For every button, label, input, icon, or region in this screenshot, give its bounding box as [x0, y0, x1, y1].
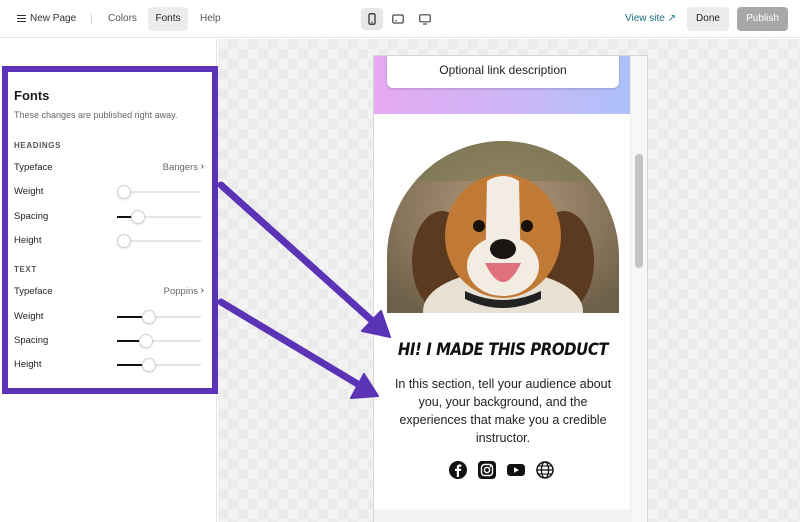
- headings-spacing-slider[interactable]: [117, 210, 201, 224]
- panel-subtitle: These changes are published right away.: [14, 110, 178, 120]
- text-typeface-label: Typeface: [14, 286, 53, 297]
- tab-fonts[interactable]: Fonts: [148, 7, 188, 31]
- desktop-view-button[interactable]: [414, 8, 436, 30]
- left-sidebar: Fonts These changes are published right …: [0, 39, 218, 522]
- slider-thumb[interactable]: [117, 185, 131, 199]
- text-spacing-label: Spacing: [14, 335, 49, 346]
- instagram-icon[interactable]: [477, 460, 497, 480]
- facebook-icon[interactable]: [448, 460, 468, 480]
- headline: HI! I MADE THIS PRODUCT: [397, 340, 609, 360]
- headings-weight-label: Weight: [14, 186, 44, 197]
- preview-scrollbar[interactable]: [630, 56, 647, 522]
- chevron-right-icon[interactable]: ›: [201, 285, 204, 296]
- scrollbar-thumb[interactable]: [635, 154, 643, 268]
- hamburger-icon: [17, 15, 26, 22]
- publish-button[interactable]: Publish: [737, 7, 788, 31]
- panel-title: Fonts: [14, 88, 50, 103]
- slider-thumb[interactable]: [131, 210, 145, 224]
- headings-typeface-select[interactable]: Bangers: [163, 162, 198, 173]
- mobile-preview: Optional link description HI! I MADE THI…: [373, 55, 648, 522]
- next-section-edge: [374, 509, 632, 522]
- headings-height-label: Height: [14, 235, 42, 246]
- link-card[interactable]: Optional link description: [387, 56, 619, 88]
- desktop-icon: [419, 13, 431, 25]
- headings-section-label: HEADINGS: [14, 141, 62, 150]
- youtube-icon[interactable]: [506, 460, 526, 480]
- social-links: [448, 460, 560, 480]
- slider-thumb[interactable]: [142, 358, 157, 372]
- tablet-view-button[interactable]: [387, 8, 409, 30]
- tab-colors[interactable]: Colors: [108, 7, 137, 31]
- fonts-panel: Fonts These changes are published right …: [2, 66, 218, 394]
- toolbar-divider: [91, 13, 92, 25]
- mobile-icon: [368, 13, 376, 25]
- new-page-label: New Page: [30, 13, 77, 24]
- headings-spacing-label: Spacing: [14, 211, 49, 222]
- mobile-view-button[interactable]: [361, 8, 383, 30]
- headings-height-slider[interactable]: [117, 234, 201, 248]
- slider-thumb[interactable]: [117, 234, 131, 248]
- tablet-icon: [392, 14, 404, 24]
- slider-thumb[interactable]: [141, 310, 156, 324]
- gradient-header: Optional link description: [374, 56, 647, 114]
- text-height-label: Height: [14, 359, 42, 370]
- headings-weight-slider[interactable]: [117, 185, 201, 199]
- top-toolbar: New Page Colors Fonts Help View site ↗ D…: [0, 0, 800, 38]
- text-typeface-select[interactable]: Poppins: [164, 286, 198, 297]
- slider-thumb[interactable]: [139, 334, 154, 348]
- tab-help[interactable]: Help: [200, 7, 221, 31]
- dog-photo: [387, 141, 619, 313]
- bio-text: In this section, tell your audience abou…: [394, 377, 612, 445]
- text-section-label: TEXT: [14, 265, 37, 274]
- new-page-menu-button[interactable]: New Page: [17, 7, 76, 31]
- globe-icon[interactable]: [535, 460, 555, 480]
- text-weight-label: Weight: [14, 311, 44, 322]
- text-weight-slider[interactable]: [117, 310, 201, 324]
- headings-typeface-label: Typeface: [14, 162, 53, 173]
- chevron-right-icon[interactable]: ›: [201, 161, 204, 172]
- text-spacing-slider[interactable]: [117, 334, 201, 348]
- about-section: HI! I MADE THIS PRODUCT In this section,…: [374, 114, 632, 522]
- text-height-slider[interactable]: [117, 358, 201, 372]
- view-site-link[interactable]: View site ↗: [625, 7, 676, 31]
- done-button[interactable]: Done: [687, 7, 729, 31]
